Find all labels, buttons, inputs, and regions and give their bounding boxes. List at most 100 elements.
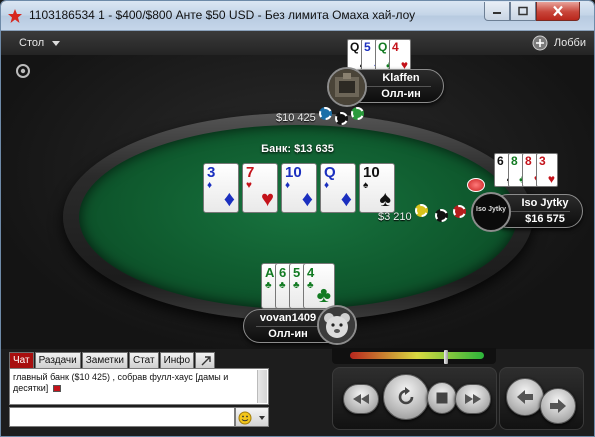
close-button[interactable]: [536, 2, 580, 21]
chip-icon: [319, 107, 332, 120]
diamond-icon: ♦: [207, 180, 213, 191]
chat-log[interactable]: главный банк ($10 425) , собрав фулл-хау…: [9, 368, 269, 405]
fast-forward-button[interactable]: [455, 384, 491, 414]
next-hand-button[interactable]: [540, 388, 576, 424]
chip-icon: [435, 209, 448, 222]
card-rank: 4: [392, 40, 399, 54]
plate-divider: [504, 211, 570, 212]
tab-chat[interactable]: Чат: [9, 352, 34, 368]
diamond-icon: ♦: [324, 180, 330, 191]
previous-hand-button[interactable]: [506, 378, 544, 416]
teddy-bear-icon: [319, 307, 355, 343]
popout-icon: [201, 356, 211, 366]
club-icon: ♣: [307, 280, 314, 291]
replay-icon: [398, 387, 414, 405]
table-toolbar: Стол Лобби: [1, 31, 594, 55]
minimize-button[interactable]: [484, 2, 510, 21]
board-card-2: 7 ♥ ♥: [242, 163, 278, 213]
hero-card-4: 4 ♣ ♣: [303, 263, 335, 309]
card-rank: A: [265, 265, 275, 280]
heart-icon: ♥: [547, 172, 555, 186]
spade-icon: ♠: [363, 180, 369, 191]
card-rank: 6: [279, 265, 287, 280]
emoji-button[interactable]: [235, 407, 269, 427]
popout-button[interactable]: [195, 352, 216, 368]
card-rank: 5: [364, 40, 371, 54]
right-player-avatar: Iso Jytky: [471, 192, 511, 232]
diamond-icon: ♦: [285, 180, 291, 191]
tab-hands[interactable]: Раздачи: [34, 352, 81, 368]
chip-icon: [415, 204, 428, 217]
rewind-icon: [353, 394, 369, 404]
board-card-5: 10 ♠ ♠: [359, 163, 395, 213]
stop-button[interactable]: [427, 382, 457, 414]
spade-icon: ♠: [379, 186, 391, 211]
card-rank: 10: [285, 164, 302, 181]
top-player-avatar: [327, 67, 367, 107]
table-menu-button[interactable]: Стол: [9, 33, 70, 53]
chip-icon: [335, 112, 348, 125]
tab-notes[interactable]: Заметки: [81, 352, 128, 368]
stop-icon: [436, 392, 448, 404]
chip-icon: [351, 107, 364, 120]
avatar-text: Iso Jytky: [476, 206, 506, 213]
diamond-icon: ♦: [340, 186, 352, 211]
chip-icon: [453, 205, 466, 218]
tab-info[interactable]: Инфо: [159, 352, 195, 368]
card-rank: 3: [207, 164, 216, 181]
close-icon: [553, 5, 563, 17]
card-rank: 4: [307, 265, 315, 280]
tab-stats[interactable]: Стат: [128, 352, 159, 368]
bet-slider-handle[interactable]: [444, 350, 448, 364]
bet-slider-track[interactable]: [350, 352, 484, 359]
card-rank: 5: [293, 265, 301, 280]
window-title: 1103186534 1 - $400/$800 Анте $50 USD - …: [29, 8, 416, 22]
card-rank: Q: [350, 40, 360, 54]
card-rank: 8: [525, 154, 532, 168]
lobby-label: Лобби: [553, 37, 586, 49]
hand-navigation: [499, 367, 584, 430]
bet-slider-panel: [332, 348, 496, 364]
plate-divider: [357, 86, 431, 87]
emoji-icon: [238, 411, 252, 425]
chat-scrollbar[interactable]: [257, 370, 267, 403]
lobby-button[interactable]: Лобби: [532, 33, 586, 53]
board-card-3: 10 ♦ ♦: [281, 163, 317, 213]
card-rank: Q: [378, 40, 388, 54]
rewind-button[interactable]: [343, 384, 379, 414]
lobby-icon: [532, 35, 548, 51]
dealer-button-icon: [467, 178, 485, 192]
replay-button[interactable]: [383, 374, 429, 420]
card-rank: 6: [497, 154, 504, 168]
pokerstars-logo-icon: [8, 9, 22, 23]
club-icon: ♣: [265, 280, 272, 291]
poker-table-window: 1103186534 1 - $400/$800 Анте $50 USD - …: [0, 0, 595, 437]
heart-icon: ♥: [246, 180, 252, 191]
chat-message: главный банк ($10 425) , собрав фулл-хау…: [13, 372, 229, 393]
settings-icon[interactable]: [15, 63, 31, 79]
board-card-4: Q ♦ ♦: [320, 163, 356, 213]
club-icon: ♣: [316, 282, 331, 307]
right-player-bet: $3 210: [378, 211, 412, 223]
chevron-down-icon: [52, 40, 61, 46]
chevron-down-icon: [259, 416, 265, 420]
maximize-icon: [518, 6, 528, 16]
replay-controls: [332, 367, 497, 430]
chat-input[interactable]: [9, 407, 235, 427]
fast-forward-icon: [465, 394, 481, 404]
maximize-button[interactable]: [510, 2, 536, 21]
club-icon: ♣: [279, 280, 286, 291]
diamond-icon: ♦: [223, 186, 235, 211]
heart-icon: ♥: [260, 186, 274, 211]
card-rank: 10: [363, 164, 380, 181]
hero-avatar: [317, 305, 357, 345]
card-rank: 8: [511, 154, 518, 168]
club-icon: ♣: [293, 280, 300, 291]
top-player-bet: $10 425: [276, 112, 316, 124]
chat-tabs: Чат Раздачи Заметки Стат Инфо: [9, 352, 216, 368]
card-rank: 3: [539, 154, 546, 168]
card-rank: 7: [246, 164, 255, 181]
table-menu-label: Стол: [19, 37, 45, 49]
next-hand-icon: [550, 399, 566, 413]
board-card-1: 3 ♦ ♦: [203, 163, 239, 213]
